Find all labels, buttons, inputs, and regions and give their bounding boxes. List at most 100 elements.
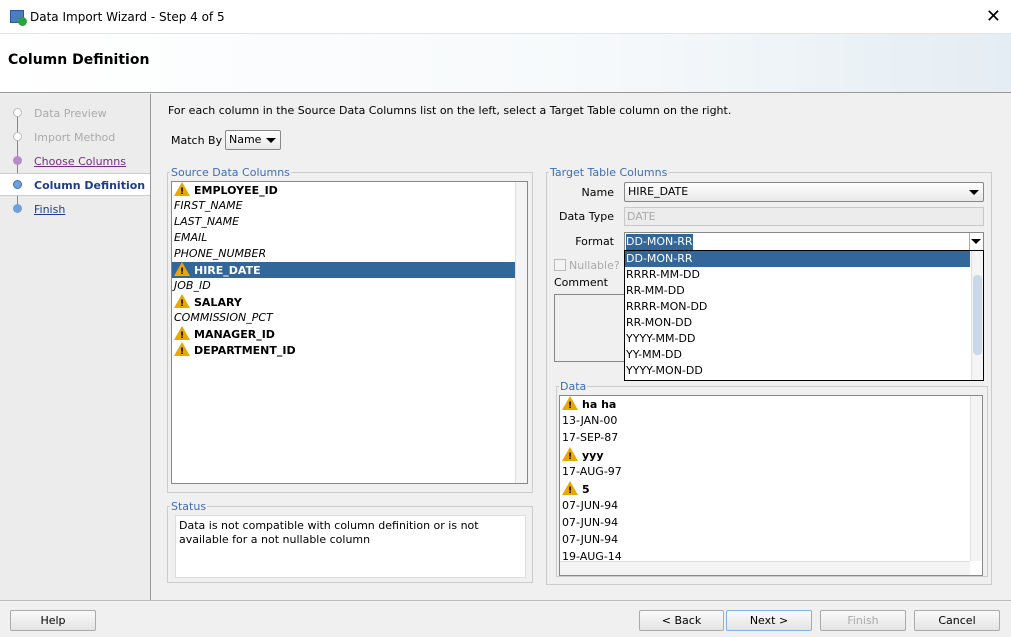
data-type-label: Data Type xyxy=(558,210,614,223)
format-option[interactable]: RRRR-MM-DD xyxy=(625,267,970,283)
source-column-name: COMMISSION_PCT xyxy=(174,311,273,324)
data-row: ha ha xyxy=(560,396,982,414)
source-column-item[interactable]: EMPLOYEE_ID xyxy=(172,182,515,200)
source-column-name: LAST_NAME xyxy=(174,215,240,228)
name-label: Name xyxy=(581,186,614,199)
chevron-down-icon xyxy=(971,239,981,244)
source-column-name: EMPLOYEE_ID xyxy=(194,184,278,197)
format-option[interactable]: YYYY-MON-DD xyxy=(625,363,970,379)
source-column-item[interactable]: LAST_NAME xyxy=(172,214,515,230)
data-row: 19-AUG-14 xyxy=(560,549,982,566)
nullable-label: Nullable? xyxy=(569,259,620,272)
source-column-name: SALARY xyxy=(194,296,242,309)
data-value: 07-JUN-94 xyxy=(562,499,619,512)
cancel-button[interactable]: Cancel xyxy=(914,610,1000,631)
help-button[interactable]: Help xyxy=(10,610,96,631)
finish-button: Finish xyxy=(820,610,906,631)
data-value: 07-JUN-94 xyxy=(562,533,619,546)
source-column-name: MANAGER_ID xyxy=(194,328,275,341)
scrollbar[interactable] xyxy=(515,182,527,483)
step-icon xyxy=(13,156,22,165)
data-row: 5 xyxy=(560,481,982,499)
step-finish[interactable]: Finish xyxy=(34,203,65,216)
data-row: 07-JUN-94 xyxy=(560,515,982,532)
page-title: Column Definition xyxy=(8,52,150,68)
data-type-field: DATE xyxy=(624,207,984,226)
format-input[interactable]: DD-MON-RR xyxy=(626,234,693,250)
format-combo[interactable]: DD-MON-RR xyxy=(624,232,984,251)
footer-divider xyxy=(0,600,1011,601)
target-name-select[interactable]: HIRE_DATE xyxy=(624,182,984,202)
source-column-name: JOB_ID xyxy=(174,279,211,292)
data-row: 17-SEP-87 xyxy=(560,430,982,447)
data-row: yyy xyxy=(560,447,982,465)
data-value: 17-AUG-97 xyxy=(562,465,622,478)
step-column-definition[interactable]: Column Definition xyxy=(34,179,145,192)
source-column-item[interactable]: HIRE_DATE xyxy=(172,262,515,280)
data-value: yyy xyxy=(582,449,604,462)
source-column-name: FIRST_NAME xyxy=(174,199,243,212)
target-name-value: HIRE_DATE xyxy=(628,185,689,198)
title-bar: Data Import Wizard - Step 4 of 5 ✕ xyxy=(0,0,1011,34)
warning-icon xyxy=(174,342,190,360)
data-value: ha ha xyxy=(582,398,617,411)
match-by-label: Match By xyxy=(171,134,223,147)
data-row: 13-JAN-00 xyxy=(560,413,982,430)
warning-icon xyxy=(562,481,578,499)
warning-icon xyxy=(562,447,578,465)
data-value: 19-AUG-14 xyxy=(562,550,622,563)
format-dropdown-list[interactable]: DD-MON-RR RRRR-MM-DD RR-MM-DD RRRR-MON-DD RR… xyxy=(624,250,984,381)
warning-icon xyxy=(174,262,190,280)
source-column-name: PHONE_NUMBER xyxy=(174,247,267,260)
format-option[interactable]: RRRR-MON-DD xyxy=(625,299,970,315)
format-option[interactable]: YYYY-MM-DD xyxy=(625,331,970,347)
data-row: 07-JUN-94 xyxy=(560,532,982,549)
format-dropdown-button[interactable] xyxy=(969,233,983,250)
instruction-text: For each column in the Source Data Colum… xyxy=(168,104,732,117)
back-button[interactable]: < Back xyxy=(639,610,724,631)
data-value: 17-SEP-87 xyxy=(562,431,619,444)
comment-label: Comment xyxy=(554,276,608,289)
scrollbar[interactable] xyxy=(971,251,983,380)
match-by-select[interactable]: Name xyxy=(225,130,281,150)
step-icon xyxy=(13,108,22,117)
source-column-item[interactable]: PHONE_NUMBER xyxy=(172,246,515,262)
source-column-item[interactable]: COMMISSION_PCT xyxy=(172,310,515,326)
source-columns-legend: Source Data Columns xyxy=(171,166,290,179)
data-row: 07-JUN-94 xyxy=(560,498,982,515)
source-columns-list[interactable]: EMPLOYEE_ID FIRST_NAME LAST_NAME EMAIL PHONE… xyxy=(171,181,528,484)
comment-field[interactable] xyxy=(554,294,634,362)
data-list[interactable]: ha ha 13-JAN-00 17-SEP-87 yyy 17-AUG-97 5 07-J… xyxy=(559,395,983,576)
source-column-item[interactable]: JOB_ID xyxy=(172,278,515,294)
source-column-name: HIRE_DATE xyxy=(194,264,261,277)
format-option[interactable]: DD-MON-RR xyxy=(625,251,970,267)
warning-icon xyxy=(174,294,190,312)
source-column-item[interactable]: DEPARTMENT_ID xyxy=(172,342,515,360)
page-header: Column Definition xyxy=(0,34,1011,93)
chevron-down-icon xyxy=(266,138,276,143)
status-legend: Status xyxy=(171,500,207,513)
data-legend: Data xyxy=(560,380,587,393)
step-import-method: Import Method xyxy=(34,131,116,144)
close-icon[interactable]: ✕ xyxy=(986,6,1001,27)
source-column-item[interactable]: MANAGER_ID xyxy=(172,326,515,344)
step-icon xyxy=(13,132,22,141)
source-column-item[interactable]: FIRST_NAME xyxy=(172,198,515,214)
warning-icon xyxy=(174,326,190,344)
format-option[interactable]: YY-MM-DD xyxy=(625,347,970,363)
format-option[interactable]: RR-MON-DD xyxy=(625,315,970,331)
data-value: 13-JAN-00 xyxy=(562,414,618,427)
source-column-item[interactable]: SALARY xyxy=(172,294,515,312)
next-button[interactable]: Next > xyxy=(726,610,812,631)
chevron-down-icon xyxy=(969,190,979,195)
step-icon xyxy=(13,180,22,189)
format-option[interactable]: RR-MM-DD xyxy=(625,283,970,299)
source-column-name: DEPARTMENT_ID xyxy=(194,344,296,357)
source-column-item[interactable]: EMAIL xyxy=(172,230,515,246)
step-choose-columns[interactable]: Choose Columns xyxy=(34,155,126,168)
step-icon xyxy=(13,204,22,213)
warning-icon xyxy=(174,182,190,200)
status-text: Data is not compatible with column defin… xyxy=(175,515,526,578)
step-data-preview: Data Preview xyxy=(34,107,107,120)
nullable-checkbox[interactable] xyxy=(554,259,566,271)
